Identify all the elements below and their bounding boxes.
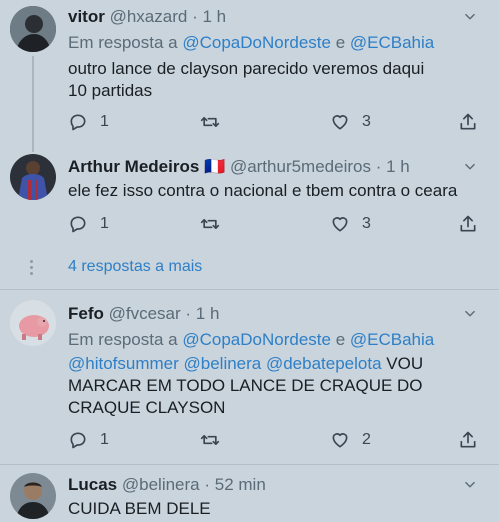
reply-to-line: Em resposta a @CopaDoNordeste e @ECBahia xyxy=(68,329,434,351)
avatar[interactable] xyxy=(10,154,56,200)
tweet-header: Lucas @belinera · 52 min xyxy=(68,474,266,496)
share-icon xyxy=(458,430,478,450)
reply-user-link[interactable]: @CopaDoNordeste xyxy=(182,33,331,52)
reply-user-link[interactable]: @ECBahia xyxy=(350,33,434,52)
reply-count: 1 xyxy=(100,215,109,232)
retweet-button[interactable] xyxy=(200,430,220,450)
thread-dots xyxy=(30,257,36,278)
timestamp[interactable]: · 1 h xyxy=(185,304,219,323)
share-icon xyxy=(458,214,478,234)
chevron-down-icon[interactable] xyxy=(463,10,477,24)
tweet-header: Fefo @fvcesar · 1 h xyxy=(68,303,219,325)
tweet-header: Arthur Medeiros 🇫🇷 @arthur5medeiros · 1 … xyxy=(68,156,410,178)
avatar[interactable] xyxy=(10,300,56,346)
text-line: CRAQUE CLAYSON xyxy=(68,398,226,417)
like-button[interactable]: 3 xyxy=(330,214,371,234)
mention-links[interactable]: @hitofsummer @belinera @debatepelota xyxy=(68,354,382,373)
reply-button[interactable]: 1 xyxy=(68,112,109,132)
author-handle[interactable]: @hxazard xyxy=(110,7,188,26)
avatar[interactable] xyxy=(10,473,56,519)
share-button[interactable] xyxy=(458,214,478,234)
tweet-text: outro lance de clayson parecido veremos … xyxy=(68,59,425,100)
reply-button[interactable]: 1 xyxy=(68,430,109,450)
action-bar: 1 3 xyxy=(68,214,488,236)
author-name[interactable]: vitor xyxy=(68,7,105,26)
text-line: MARCAR EM TODO LANCE DE CRAQUE DO xyxy=(68,376,423,395)
share-button[interactable] xyxy=(458,112,478,132)
reply-user-link[interactable]: @ECBahia xyxy=(350,330,434,349)
share-icon xyxy=(458,112,478,132)
flag-icon: 🇫🇷 xyxy=(204,157,226,176)
chevron-down-icon[interactable] xyxy=(463,160,477,174)
retweet-button[interactable] xyxy=(200,112,220,132)
author-name[interactable]: Fefo xyxy=(68,304,104,323)
share-button[interactable] xyxy=(458,430,478,450)
reply-icon xyxy=(68,112,88,132)
retweet-icon xyxy=(200,112,220,132)
tweet-header: vitor @hxazard · 1 h xyxy=(68,6,226,28)
reply-count: 1 xyxy=(100,113,109,130)
reply-prefix: Em resposta a xyxy=(68,330,178,349)
timestamp[interactable]: · 1 h xyxy=(376,157,410,176)
reply-to-line: Em resposta a @CopaDoNordeste e @ECBahia xyxy=(68,32,434,54)
timestamp[interactable]: · 52 min xyxy=(204,475,265,494)
like-button[interactable]: 3 xyxy=(330,112,371,132)
reply-user-link[interactable]: @CopaDoNordeste xyxy=(182,330,331,349)
reply-icon xyxy=(68,430,88,450)
tweet-lucas[interactable]: Lucas @belinera · 52 min CUIDA BEM DELE xyxy=(0,465,499,522)
tweet-text: CUIDA BEM DELE xyxy=(68,499,211,518)
reply-and: e xyxy=(335,33,346,52)
retweet-icon xyxy=(200,430,220,450)
like-icon xyxy=(330,112,350,132)
more-replies-link[interactable]: 4 respostas a mais xyxy=(68,258,202,276)
tweet-text: ele fez isso contra o nacional e tbem co… xyxy=(68,181,458,200)
author-handle[interactable]: @arthur5medeiros xyxy=(230,157,371,176)
reply-button[interactable]: 1 xyxy=(68,214,109,234)
like-button[interactable]: 2 xyxy=(330,430,371,450)
like-count: 3 xyxy=(362,113,371,130)
avatar[interactable] xyxy=(10,6,56,52)
author-name[interactable]: Lucas xyxy=(68,475,117,494)
tweet-text: @hitofsummer @belinera @debatepelota VOU… xyxy=(68,353,488,419)
author-handle[interactable]: @fvcesar xyxy=(109,304,181,323)
like-count: 3 xyxy=(362,215,371,232)
timestamp[interactable]: · 1 h xyxy=(192,7,226,26)
reply-and: e xyxy=(335,330,346,349)
author-name[interactable]: Arthur Medeiros xyxy=(68,157,199,176)
chevron-down-icon[interactable] xyxy=(463,478,477,492)
author-handle[interactable]: @belinera xyxy=(122,475,200,494)
tweet-fefo[interactable]: Fefo @fvcesar · 1 h Em resposta a @CopaD… xyxy=(0,290,499,460)
reply-prefix: Em resposta a xyxy=(68,33,178,52)
reply-icon xyxy=(68,214,88,234)
like-icon xyxy=(330,430,350,450)
text-line: VOU xyxy=(386,354,424,373)
like-count: 2 xyxy=(362,431,371,448)
like-icon xyxy=(330,214,350,234)
retweet-button[interactable] xyxy=(200,214,220,234)
action-bar: 1 2 xyxy=(68,430,488,452)
thread-line xyxy=(32,56,34,152)
chevron-down-icon[interactable] xyxy=(463,307,477,321)
tweet-arthur[interactable]: Arthur Medeiros 🇫🇷 @arthur5medeiros · 1 … xyxy=(0,150,499,250)
reply-count: 1 xyxy=(100,431,109,448)
retweet-icon xyxy=(200,214,220,234)
tweet-vitor[interactable]: vitor @hxazard · 1 h Em resposta a @Copa… xyxy=(0,0,499,152)
action-bar: 1 3 xyxy=(68,112,488,134)
